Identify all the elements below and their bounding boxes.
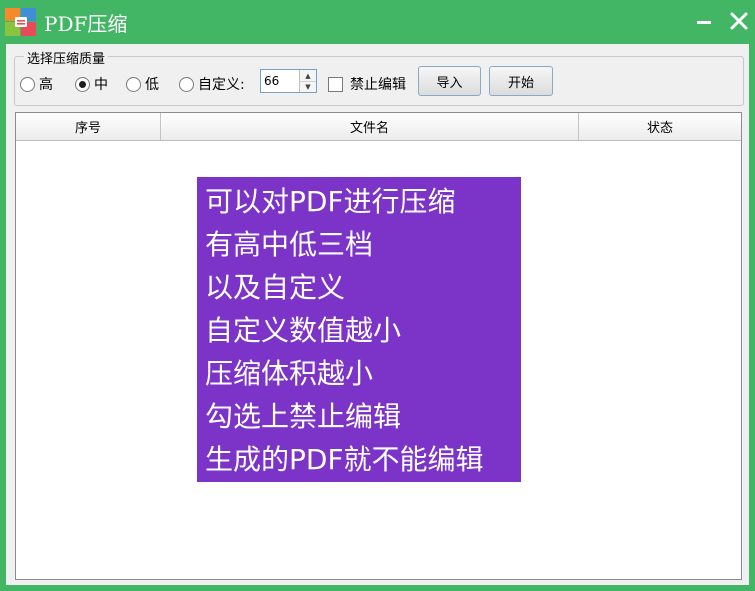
overlay-line-7: 生成的PDF就不能编辑 xyxy=(205,443,484,476)
column-header-status[interactable]: 状态 xyxy=(579,113,741,140)
overlay-line-6: 勾选上禁止编辑 xyxy=(205,400,402,433)
radio-circle xyxy=(20,76,35,92)
radio-circle xyxy=(179,76,194,92)
radio-selected-dot xyxy=(79,80,86,88)
title-bar: PDF压缩 xyxy=(0,0,755,44)
checkbox-label: 禁止编辑 xyxy=(350,77,406,93)
overlay-line-3: 以及自定义 xyxy=(205,271,346,304)
overlay-line-4: 自定义数值越小 xyxy=(205,314,402,347)
table-header: 序号 文件名 状态 xyxy=(16,113,741,141)
overlay-line-1: 可以对PDF进行压缩 xyxy=(205,185,456,218)
import-button[interactable]: 导入 xyxy=(418,66,481,96)
radio-quality-high[interactable]: 高 xyxy=(20,74,53,94)
spin-down-arrow-icon[interactable]: ▼ xyxy=(300,81,316,92)
checkbox-box xyxy=(328,76,343,92)
column-header-index[interactable]: 序号 xyxy=(16,113,161,140)
radio-quality-low[interactable]: 低 xyxy=(126,74,159,94)
radio-circle xyxy=(126,76,141,92)
column-header-filename[interactable]: 文件名 xyxy=(161,113,579,140)
start-button[interactable]: 开始 xyxy=(489,66,553,96)
disable-edit-checkbox[interactable]: 禁止编辑 xyxy=(328,74,406,94)
quality-group-legend: 选择压缩质量 xyxy=(24,48,109,67)
app-logo-icon xyxy=(5,8,36,36)
radio-quality-custom[interactable]: 自定义: xyxy=(179,74,245,94)
custom-quality-input[interactable] xyxy=(264,73,296,89)
stepper-buttons: ▲ ▼ xyxy=(299,70,316,92)
radio-label: 中 xyxy=(94,77,108,93)
overlay-line-5: 压缩体积越小 xyxy=(205,357,374,390)
app-window: PDF压缩 选择压缩质量 高 中 低 自定义: ▲ xyxy=(0,0,755,591)
radio-label: 高 xyxy=(39,77,53,93)
window-title: PDF压缩 xyxy=(44,12,128,36)
custom-quality-stepper[interactable]: ▲ ▼ xyxy=(260,69,317,93)
radio-label: 自定义: xyxy=(198,77,245,93)
radio-circle xyxy=(75,76,90,92)
radio-quality-medium[interactable]: 中 xyxy=(75,74,108,94)
radio-label: 低 xyxy=(145,77,159,93)
annotation-overlay: 可以对PDF进行压缩 有高中低三档 以及自定义 自定义数值越小 压缩体积越小 勾… xyxy=(197,177,521,482)
close-icon[interactable] xyxy=(724,6,754,36)
overlay-line-2: 有高中低三档 xyxy=(205,228,374,261)
minimize-icon[interactable] xyxy=(690,6,720,36)
